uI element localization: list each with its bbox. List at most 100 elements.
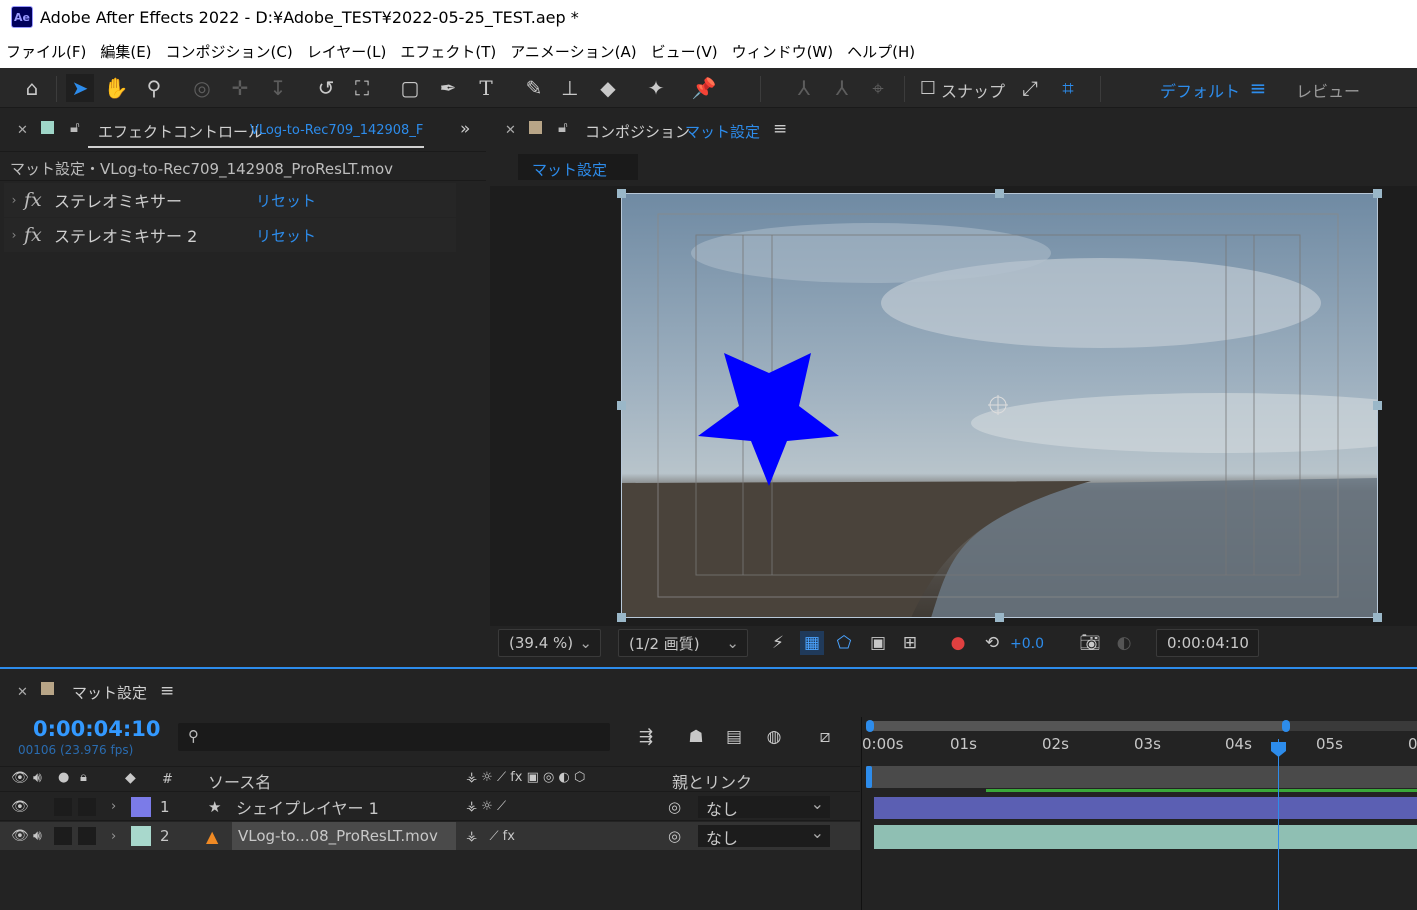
region-of-interest-icon[interactable]: ▣ [866, 631, 890, 655]
layer-name[interactable]: シェイプレイヤー 1 [236, 795, 379, 819]
menu-composition[interactable]: コンポジション(C) [166, 41, 293, 62]
time-navigator[interactable] [866, 720, 1417, 732]
rectangle-tool-icon[interactable]: ▢ [396, 74, 424, 102]
frame-blending-icon[interactable]: ▤ [722, 725, 746, 749]
audio-icon[interactable]: 🔊︎ [33, 770, 42, 786]
parent-dropdown[interactable]: なし ⌄ [698, 794, 830, 819]
selection-tool-icon[interactable]: ➤ [66, 74, 94, 102]
layer-bar-shape[interactable] [874, 797, 1417, 819]
panel-menu-icon[interactable]: ≡ [773, 119, 787, 139]
fast-previews-icon[interactable]: ⚡ [766, 631, 790, 655]
parent-dropdown[interactable]: なし ⌄ [698, 823, 830, 848]
layer-bar-footage[interactable] [874, 825, 1417, 849]
composition-canvas[interactable] [621, 193, 1378, 618]
table-row[interactable]: 👁︎ 🔊︎ › 2 ▲ VLog-to...08_ProResLT.mov ⚶ … [0, 822, 860, 850]
puppet-pin-icon[interactable]: 📌 [690, 74, 718, 102]
layer-label-color[interactable] [131, 826, 151, 846]
transform-handle[interactable] [617, 401, 626, 410]
transform-handle[interactable] [617, 613, 626, 622]
solo-icon[interactable]: ● [58, 770, 69, 785]
comp-mini-flowchart-icon[interactable]: ⇶ [634, 725, 658, 749]
solo-switch[interactable] [54, 797, 72, 816]
roto-brush-icon[interactable]: ✦ [642, 74, 670, 102]
motion-blur-icon[interactable]: ◍ [762, 725, 786, 749]
show-snapshot-icon[interactable]: ◐ [1112, 631, 1136, 655]
grid-guides-icon[interactable]: ⊞ [898, 631, 922, 655]
time-graph[interactable]: 0:00s 01s 02s 03s 04s 05s 0 [861, 717, 1417, 910]
zoom-dropdown[interactable]: (39.4 %) ⌄ [498, 629, 601, 657]
fx-icon[interactable]: fx [24, 224, 54, 246]
transform-handle[interactable] [1373, 189, 1382, 198]
snapshot-camera-icon[interactable]: 📷︎ [1078, 631, 1102, 655]
timeline-current-time[interactable]: 0:00:04:10 [33, 717, 160, 741]
world-axis-icon[interactable]: ⅄ [828, 74, 856, 102]
chevron-right-icon[interactable]: › [4, 228, 24, 242]
layer-switches[interactable]: ⚶ ⟋ fx [466, 829, 515, 844]
eraser-tool-icon[interactable]: ◆ [594, 74, 622, 102]
panel-menu-icon[interactable]: ≡ [160, 681, 174, 701]
exposure-value[interactable]: +0.0 [1010, 636, 1044, 652]
transparency-grid-icon[interactable]: ▦ [800, 631, 824, 655]
effect-row[interactable]: › fx ステレオミキサー リセット [4, 183, 456, 217]
composition-tab-prefix[interactable]: コンポジション [585, 121, 690, 142]
menu-layer[interactable]: レイヤー(L) [307, 41, 387, 62]
layer-name[interactable]: VLog-to...08_ProResLT.mov [232, 822, 456, 850]
close-icon[interactable]: ✕ [505, 123, 516, 138]
layer-label-color[interactable] [131, 796, 151, 817]
fx-icon[interactable]: fx [24, 189, 54, 211]
clone-stamp-icon[interactable]: ⊥ [556, 74, 584, 102]
menu-file[interactable]: ファイル(F) [6, 41, 86, 62]
type-tool-icon[interactable]: T [472, 74, 500, 102]
playhead-line[interactable] [1278, 739, 1279, 910]
chevron-right-icon[interactable]: › [111, 799, 116, 814]
work-area[interactable] [866, 766, 1417, 788]
zoom-tool-icon[interactable]: ⚲ [140, 74, 168, 102]
lock-column-icon[interactable]: 🔒︎ [80, 770, 87, 785]
audio-switch-icon[interactable]: 🔊︎ [33, 828, 42, 844]
orbit-camera-icon[interactable]: ◎ [188, 74, 216, 102]
shy-layers-icon[interactable]: ☗ [684, 725, 708, 749]
reset-exposure-icon[interactable]: ⟲ [980, 631, 1004, 655]
view-axis-icon[interactable]: ⌖ [864, 74, 892, 102]
layer-switches[interactable]: ⚶ ☼ ⟋ [466, 799, 506, 814]
pen-tool-icon[interactable]: ✒ [434, 74, 462, 102]
menu-help[interactable]: ヘルプ(H) [847, 41, 915, 62]
visibility-eye-icon[interactable]: 👁︎ [11, 828, 29, 844]
menu-effect[interactable]: エフェクト(T) [400, 41, 496, 62]
rotate-tool-icon[interactable]: ↺ [312, 74, 340, 102]
effect-controls-tab[interactable]: エフェクトコントロール [98, 121, 263, 142]
lock-icon[interactable]: 🔓︎ [558, 118, 568, 136]
pan-behind-icon[interactable]: ⛶ [348, 74, 376, 102]
label-tag-icon[interactable]: ◆ [125, 770, 136, 786]
snap-label[interactable]: スナップ [941, 78, 1005, 102]
layer-number-header[interactable]: # [162, 772, 173, 787]
workspace-default[interactable]: デフォルト [1160, 78, 1240, 102]
workspace-review[interactable]: レビュー [1296, 78, 1360, 102]
work-area-bar[interactable] [870, 721, 1284, 731]
menu-view[interactable]: ビュー(V) [651, 41, 718, 62]
composition-tab-name[interactable]: マット設定 [685, 121, 760, 142]
chevron-right-icon[interactable]: › [4, 193, 24, 207]
lock-icon[interactable]: 🔓︎ [70, 118, 80, 136]
navigator-end-handle[interactable] [1282, 720, 1290, 732]
chevron-right-icon[interactable]: › [111, 829, 116, 844]
workspace-menu-icon[interactable]: ≡ [1244, 74, 1272, 102]
home-icon[interactable]: ⌂ [18, 74, 46, 102]
work-area-start[interactable] [866, 766, 872, 788]
transform-handle[interactable] [1373, 401, 1382, 410]
time-ruler[interactable]: 0:00s 01s 02s 03s 04s 05s 0 [862, 735, 1417, 765]
transform-handle[interactable] [617, 189, 626, 198]
table-row[interactable]: 👁︎ › 1 ★ シェイプレイヤー 1 ⚶ ☼ ⟋ ◎ なし ⌄ [0, 793, 860, 821]
solo-switch[interactable] [54, 827, 72, 845]
pan-camera-icon[interactable]: ✛ [226, 74, 254, 102]
expand-snap-icon[interactable]: ⤢ [1016, 74, 1044, 102]
transform-handle[interactable] [995, 613, 1004, 622]
lock-switch[interactable] [78, 827, 96, 845]
pickwhip-icon[interactable]: ◎ [668, 827, 681, 845]
source-name-header[interactable]: ソース名 [208, 769, 271, 793]
visibility-eye-icon[interactable]: 👁︎ [11, 799, 29, 815]
parent-link-header[interactable]: 親とリンク [672, 769, 752, 793]
channel-icon[interactable]: ● [946, 631, 970, 655]
transform-handle[interactable] [995, 189, 1004, 198]
pickwhip-icon[interactable]: ◎ [668, 798, 681, 816]
